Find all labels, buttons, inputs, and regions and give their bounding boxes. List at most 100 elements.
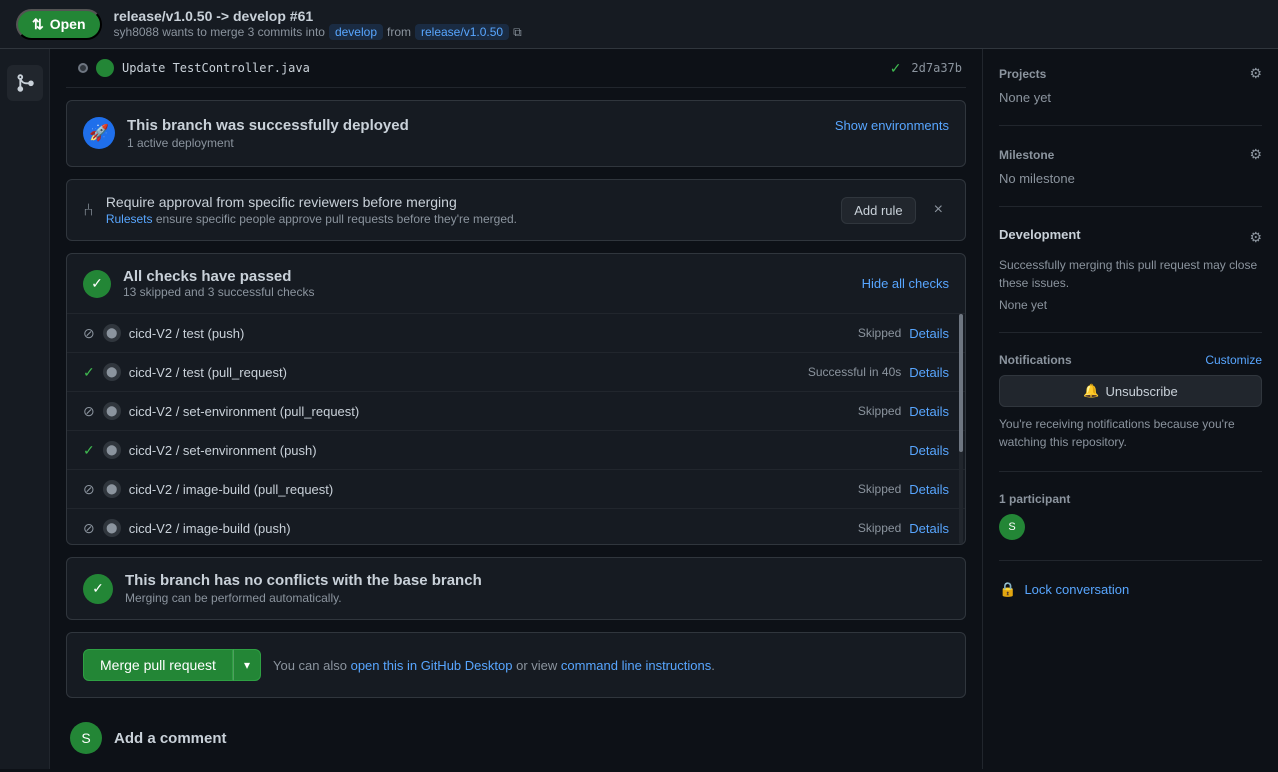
left-nav — [0, 49, 50, 769]
merge-desc-prefix: You can also — [273, 658, 347, 673]
unsubscribe-button[interactable]: 🔔 Unsubscribe — [999, 375, 1262, 407]
check-pass-icon: ✓ — [83, 364, 95, 381]
check-avatar: ⬤ — [103, 363, 121, 381]
merge-dropdown-button[interactable]: ▾ — [233, 649, 261, 681]
check-avatar: ⬤ — [103, 324, 121, 342]
check-badge: Skipped — [858, 404, 901, 418]
pr-subtitle: syh8088 wants to merge 3 commits into de… — [114, 24, 522, 40]
check-item: ⊘ ⬤ cicd-V2 / set-environment (pull_requ… — [67, 392, 965, 431]
checks-list-container: ⊘ ⬤ cicd-V2 / test (push) Skipped Detail… — [67, 314, 965, 544]
commit-row: Update TestController.java ✓ 2d7a37b — [66, 49, 966, 88]
deploy-card-text: This branch was successfully deployed 1 … — [127, 117, 409, 150]
target-branch-tag[interactable]: develop — [329, 24, 383, 40]
copy-icon[interactable]: ⧉ — [513, 25, 522, 40]
projects-section: Projects ⚙ None yet — [999, 65, 1262, 126]
merge-pull-request-button[interactable]: Merge pull request — [83, 649, 233, 681]
check-details-link[interactable]: Details — [909, 521, 949, 536]
no-conflict-title: This branch has no conflicts with the ba… — [125, 572, 482, 589]
source-branch-tag[interactable]: release/v1.0.50 — [415, 24, 509, 40]
deploy-card-header: 🚀 This branch was successfully deployed … — [67, 101, 965, 166]
checks-title: All checks have passed — [123, 268, 314, 285]
notifications-header: Notifications Customize — [999, 353, 1262, 367]
open-label: Open — [50, 16, 86, 32]
ruleset-desc: Rulesets ensure specific people approve … — [106, 212, 829, 226]
check-avatar: ⬤ — [103, 402, 121, 420]
participants-count: 1 participant — [999, 492, 1262, 506]
add-rule-button[interactable]: Add rule — [841, 197, 915, 224]
development-section: Development ⚙ Successfully merging this … — [999, 227, 1262, 333]
check-skip-icon: ⊘ — [83, 481, 95, 498]
pr-subtitle-prefix: syh8088 wants to merge 3 commits into — [114, 25, 325, 39]
all-checks-icon: ✓ — [83, 270, 111, 298]
milestone-gear-icon[interactable]: ⚙ — [1249, 146, 1262, 163]
github-desktop-link[interactable]: open this in GitHub Desktop — [351, 658, 513, 673]
commit-dot — [78, 63, 88, 73]
ruleset-banner: ⑃ Require approval from specific reviewe… — [66, 179, 966, 241]
check-avatar: ⬤ — [103, 480, 121, 498]
check-item: ⊘ ⬤ cicd-V2 / image-build (pull_request)… — [67, 470, 965, 509]
check-details-link[interactable]: Details — [909, 443, 949, 458]
check-name: cicd-V2 / set-environment (pull_request) — [129, 404, 844, 419]
lock-conversation-link[interactable]: Lock conversation — [1024, 582, 1129, 597]
rulesets-link[interactable]: Rulesets — [106, 212, 153, 226]
check-skip-icon: ⊘ — [83, 325, 95, 342]
merge-button-group: Merge pull request ▾ — [83, 649, 261, 681]
check-name: cicd-V2 / set-environment (push) — [129, 443, 888, 458]
projects-value: None yet — [999, 90, 1262, 105]
check-details-link[interactable]: Details — [909, 404, 949, 419]
unsubscribe-label: Unsubscribe — [1105, 384, 1177, 399]
from-text: from — [387, 25, 411, 39]
ruleset-desc-suffix: ensure specific people approve pull requ… — [156, 212, 517, 226]
check-details-link[interactable]: Details — [909, 482, 949, 497]
commit-check-icon: ✓ — [890, 60, 902, 77]
check-details-link[interactable]: Details — [909, 365, 949, 380]
milestone-value: No milestone — [999, 171, 1262, 186]
add-comment-label: Add a comment — [114, 730, 227, 747]
notifications-description: You're receiving notifications because y… — [999, 415, 1262, 451]
pr-header: ⇅ Open release/v1.0.50 -> develop #61 sy… — [0, 0, 1278, 49]
check-details-link[interactable]: Details — [909, 326, 949, 341]
merge-desc-suffix: . — [711, 658, 715, 673]
projects-gear-icon[interactable]: ⚙ — [1249, 65, 1262, 82]
add-comment-row: S Add a comment — [66, 710, 966, 766]
commit-hash[interactable]: 2d7a37b — [911, 61, 962, 75]
merge-or-text: or view — [516, 658, 557, 673]
notifications-section: Notifications Customize 🔔 Unsubscribe Yo… — [999, 353, 1262, 472]
projects-title: Projects — [999, 67, 1046, 81]
nav-merge-icon[interactable] — [7, 65, 43, 101]
check-badge: Skipped — [858, 482, 901, 496]
check-skip-icon: ⊘ — [83, 520, 95, 537]
merge-area: Merge pull request ▾ You can also open t… — [66, 632, 966, 698]
commit-avatar — [96, 59, 114, 77]
milestone-section: Milestone ⚙ No milestone — [999, 146, 1262, 207]
main-layout: Update TestController.java ✓ 2d7a37b 🚀 T… — [0, 49, 1278, 769]
notifications-customize[interactable]: Customize — [1205, 353, 1262, 367]
checks-title-group: All checks have passed 13 skipped and 3 … — [123, 268, 314, 299]
ruleset-close-button[interactable]: × — [928, 199, 949, 221]
check-avatar: ⬤ — [103, 519, 121, 537]
hide-checks-button[interactable]: Hide all checks — [862, 276, 949, 291]
check-name: cicd-V2 / image-build (pull_request) — [129, 482, 844, 497]
ruleset-title: Require approval from specific reviewers… — [106, 194, 829, 210]
participant-avatar: S — [999, 514, 1025, 540]
deploy-card: 🚀 This branch was successfully deployed … — [66, 100, 966, 167]
commit-message: Update TestController.java — [122, 61, 310, 75]
check-pass-icon: ✓ — [83, 442, 95, 459]
check-badge: Skipped — [858, 326, 901, 340]
no-conflict-text: This branch has no conflicts with the ba… — [125, 572, 482, 605]
check-item: ⊘ ⬤ cicd-V2 / image-build (push) Skipped… — [67, 509, 965, 544]
pr-title-info: release/v1.0.50 -> develop #61 syh8088 w… — [114, 8, 522, 40]
check-item: ✓ ⬤ cicd-V2 / set-environment (push) Det… — [67, 431, 965, 470]
no-conflict-card: ✓ This branch has no conflicts with the … — [66, 557, 966, 620]
pr-title: release/v1.0.50 -> develop #61 — [114, 8, 522, 24]
check-name: cicd-V2 / test (push) — [129, 326, 844, 341]
development-header: Development ⚙ — [999, 227, 1262, 248]
no-conflict-icon: ✓ — [83, 574, 113, 604]
comment-avatar: S — [70, 722, 102, 754]
development-gear-icon[interactable]: ⚙ — [1249, 229, 1262, 246]
participants-list: S — [999, 514, 1262, 540]
checks-list: ⊘ ⬤ cicd-V2 / test (push) Skipped Detail… — [67, 314, 965, 544]
scrollbar-track — [959, 314, 963, 544]
show-environments-button[interactable]: Show environments — [835, 118, 949, 133]
cli-link[interactable]: command line instructions — [561, 658, 711, 673]
